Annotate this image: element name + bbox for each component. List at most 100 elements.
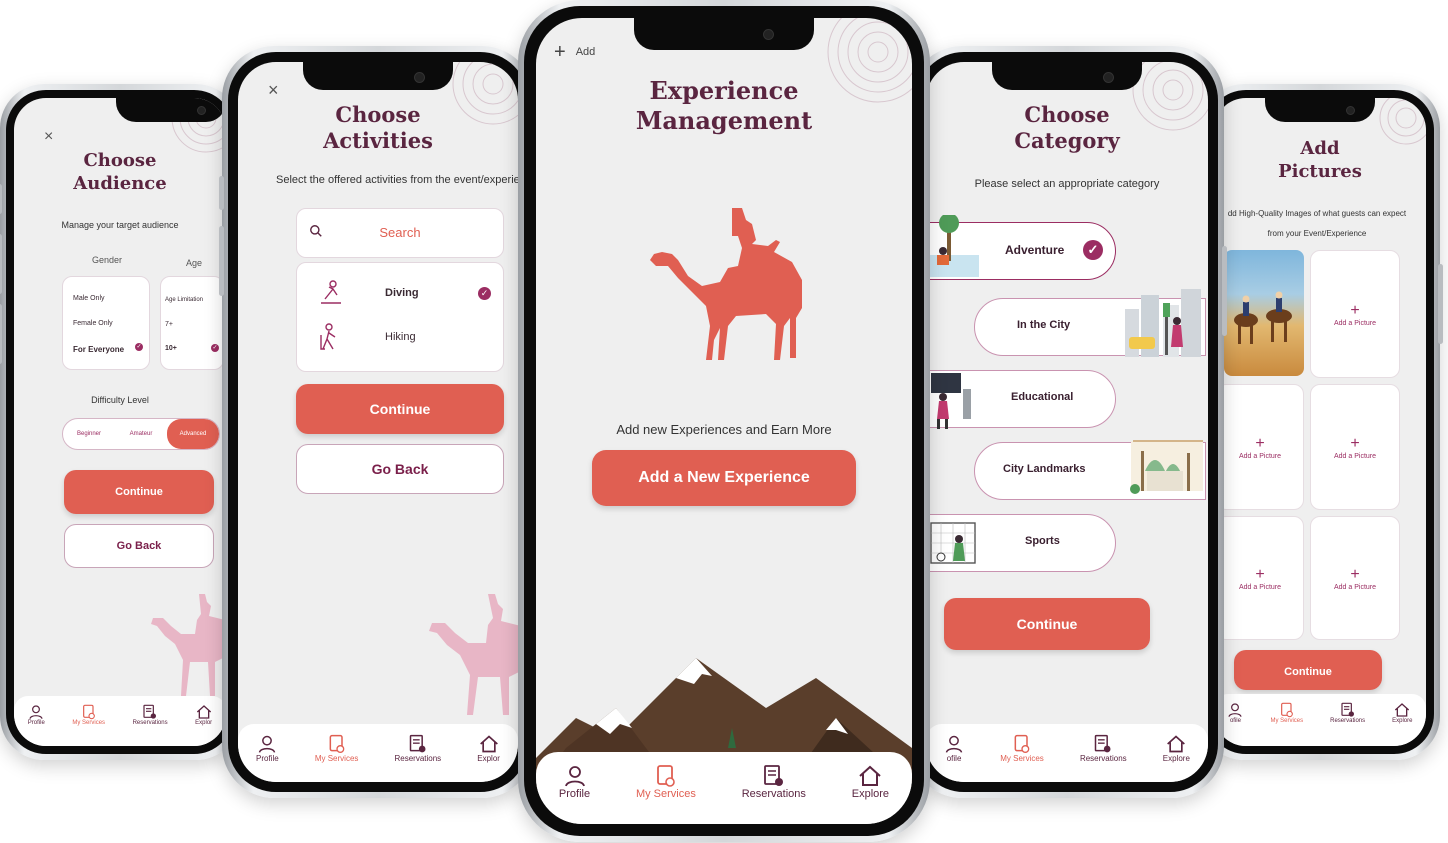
camel-riders-photo-icon <box>1234 291 1292 344</box>
activities-list: Diving ✓ Hiking <box>296 262 504 372</box>
difficulty-advanced[interactable]: Advanced <box>167 419 219 449</box>
difficulty-beginner[interactable]: Beginner <box>63 419 115 449</box>
home-icon <box>196 705 211 719</box>
category-label: Educational <box>1011 391 1074 403</box>
age-option-10[interactable]: 10+ <box>165 345 177 352</box>
nav-explore[interactable]: Explor <box>195 704 212 726</box>
subtitle: Manage your target audience <box>61 220 179 230</box>
title-line-1: Add <box>1300 138 1340 159</box>
phone-choose-audience: × Choose Audience Manage your target aud… <box>0 84 240 760</box>
add-button[interactable]: + Add <box>554 42 595 62</box>
nav-profile[interactable]: ofile <box>944 734 964 763</box>
plus-icon: + <box>1350 301 1360 319</box>
nav-profile[interactable]: Profile <box>256 734 279 763</box>
add-picture-slot[interactable]: + Add a Picture <box>1216 516 1304 640</box>
difficulty-amateur[interactable]: Amateur <box>115 419 167 449</box>
age-label: Age <box>186 258 203 268</box>
nav-label: Reservations <box>394 754 442 763</box>
category-city-landmarks[interactable]: City Landmarks <box>974 440 1206 500</box>
close-icon[interactable]: × <box>44 128 53 146</box>
subtitle: Please select an appropriate category <box>974 178 1160 190</box>
list-item[interactable]: Diving ✓ <box>297 275 503 315</box>
nav-profile[interactable]: Profile <box>28 704 45 726</box>
continue-button[interactable]: Continue <box>944 598 1150 650</box>
category-in-the-city[interactable]: In the City <box>974 289 1206 357</box>
nav-my-services[interactable]: My Services <box>1270 702 1303 724</box>
nav-label: Reservations <box>132 720 168 726</box>
gender-label: Gender <box>92 255 123 265</box>
nav-my-services[interactable]: My Services <box>1000 734 1044 763</box>
nav-profile[interactable]: ofile <box>1227 702 1243 724</box>
category-label: Sports <box>1025 535 1060 547</box>
add-picture-label: Add a Picture <box>1333 583 1377 591</box>
bottom-nav: Profile My Services Reservations Explore <box>536 752 912 824</box>
phone-add-pictures: Add Pictures dd High-Quality Images of w… <box>1200 84 1443 760</box>
continue-button[interactable]: Continue <box>64 470 214 514</box>
nav-reservations[interactable]: Reservations <box>742 764 806 800</box>
nav-reservations[interactable]: Reservations <box>1330 702 1365 724</box>
nav-explore[interactable]: Explore <box>852 764 889 800</box>
add-picture-slot[interactable]: + Add a Picture <box>1216 384 1304 510</box>
category-label: City Landmarks <box>1003 463 1086 475</box>
bottom-nav: Profile My Services Reservations Explor <box>14 696 226 746</box>
nav-reservations[interactable]: Reservations <box>133 704 168 726</box>
nav-profile[interactable]: Profile <box>559 764 590 800</box>
nav-my-services[interactable]: My Services <box>315 734 358 763</box>
picture-thumbnail[interactable] <box>1224 250 1304 376</box>
page-title: Choose Category <box>926 102 1208 155</box>
nav-label: Explore <box>851 788 890 800</box>
go-back-button[interactable]: Go Back <box>64 524 214 568</box>
continue-button[interactable]: Continue <box>296 384 504 434</box>
nav-label: My Services <box>635 788 696 800</box>
search-input[interactable]: Search <box>297 225 503 240</box>
bottom-nav: ofile My Services Reservations Explore <box>926 724 1208 782</box>
category-sports[interactable]: Sports <box>926 514 1116 572</box>
nav-label: ofile <box>1229 718 1241 724</box>
reservations-icon <box>763 765 783 786</box>
nav-label: Reservations <box>1330 718 1366 724</box>
title-line-2: Pictures <box>1278 160 1362 182</box>
gender-option-male[interactable]: Male Only <box>73 295 105 302</box>
phone-choose-activities: × Choose Activities Select the offered a… <box>219 46 534 798</box>
nav-my-services[interactable]: My Services <box>72 704 105 726</box>
nav-label: ofile <box>946 754 962 763</box>
nav-label: Profile <box>558 788 591 800</box>
title-line-1: Experience <box>649 76 799 105</box>
plus-icon: + <box>1255 565 1265 583</box>
age-option-7[interactable]: 7+ <box>165 321 173 328</box>
nav-label: Profile <box>256 754 279 763</box>
search-field[interactable]: Search <box>296 208 504 258</box>
list-item[interactable]: Hiking <box>297 319 503 359</box>
add-picture-label: Add a Picture <box>1333 452 1377 460</box>
profile-icon <box>564 766 585 787</box>
nav-explore[interactable]: Explore <box>1163 734 1190 763</box>
add-picture-slot[interactable]: + Add a Picture <box>1310 250 1400 378</box>
home-icon <box>859 765 882 786</box>
page-title: Choose Activities <box>238 102 518 155</box>
title-line-2: Activities <box>323 128 433 154</box>
add-picture-slot[interactable]: + Add a Picture <box>1310 384 1400 510</box>
nav-explore[interactable]: Explore <box>1392 702 1412 724</box>
continue-button[interactable]: Continue <box>1234 650 1382 690</box>
add-picture-label: Add a Picture <box>1238 583 1282 591</box>
close-icon[interactable]: × <box>268 80 279 101</box>
nav-reservations[interactable]: Reservations <box>1080 734 1127 763</box>
category-adventure[interactable]: Adventure ✓ <box>926 215 1116 280</box>
go-back-button[interactable]: Go Back <box>296 444 504 494</box>
nav-explore[interactable]: Explor <box>477 734 500 763</box>
gender-option-everyone[interactable]: For Everyone <box>73 345 124 354</box>
camel-silhouette-icon <box>429 594 518 715</box>
category-educational[interactable]: Educational <box>926 370 1116 429</box>
subtitle-line-2: from your Event/Experience <box>1267 229 1367 238</box>
services-icon <box>329 734 344 753</box>
age-option-limitation[interactable]: Age Limitation <box>165 297 203 303</box>
age-options-card: Age Limitation 7+ 10+ ✓ <box>160 276 224 370</box>
activity-label: Hiking <box>385 331 416 343</box>
nav-my-services[interactable]: My Services <box>636 764 696 800</box>
add-picture-slot[interactable]: + Add a Picture <box>1310 516 1400 640</box>
nav-reservations[interactable]: Reservations <box>394 734 441 763</box>
add-new-experience-button[interactable]: Add a New Experience <box>592 450 856 506</box>
title-line-1: Choose <box>1024 102 1110 127</box>
gender-option-female[interactable]: Female Only <box>73 320 113 327</box>
page-title: Choose Audience <box>14 150 226 195</box>
